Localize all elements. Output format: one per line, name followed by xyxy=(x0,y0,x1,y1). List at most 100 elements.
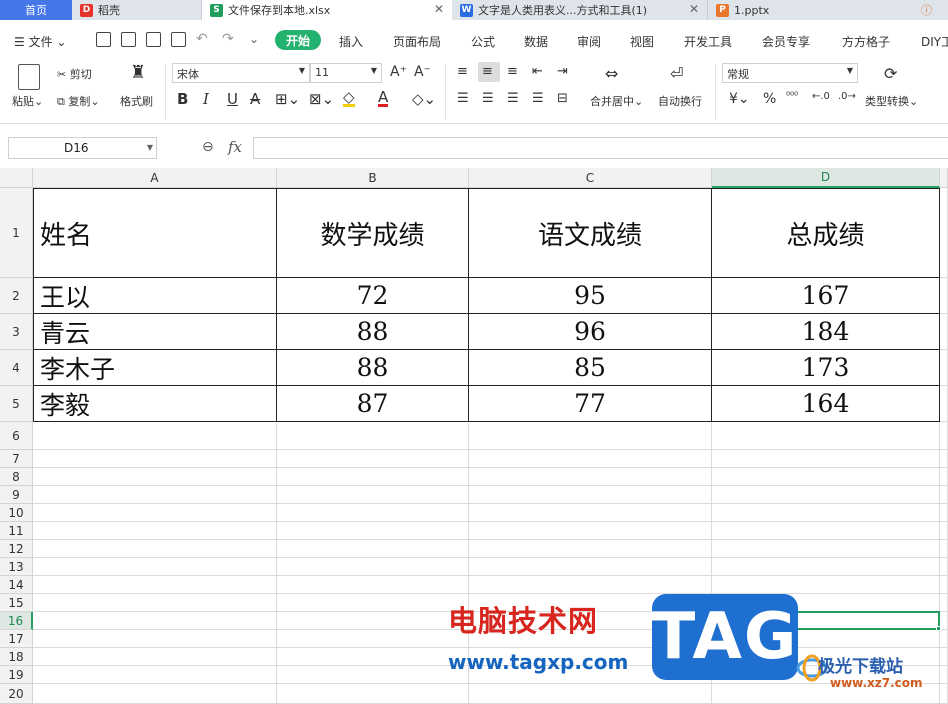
grid-cell[interactable] xyxy=(940,278,948,314)
grid-cell[interactable] xyxy=(277,450,469,468)
table-cell[interactable]: 72 xyxy=(277,278,469,314)
menu-insert[interactable]: 插入 xyxy=(339,33,363,50)
grid-cell[interactable] xyxy=(469,450,712,468)
row-header[interactable]: 12 xyxy=(0,540,33,558)
table-cell[interactable]: 88 xyxy=(277,350,469,386)
grid-cell[interactable] xyxy=(277,648,469,666)
grid-cell[interactable] xyxy=(33,486,277,504)
menu-member[interactable]: 会员专享 xyxy=(762,33,810,50)
italic-icon[interactable]: I xyxy=(203,90,209,108)
grid-cell[interactable] xyxy=(940,558,948,576)
grid-cell[interactable] xyxy=(712,486,940,504)
grid-cell[interactable] xyxy=(712,540,940,558)
menu-formulas[interactable]: 公式 xyxy=(471,33,495,50)
grid-cell[interactable] xyxy=(712,504,940,522)
grid-cell[interactable] xyxy=(469,422,712,450)
grid-cell[interactable] xyxy=(469,486,712,504)
table-header-cell[interactable]: 姓名 xyxy=(33,188,277,278)
grid-cell[interactable] xyxy=(33,666,277,684)
grid-cell[interactable] xyxy=(469,576,712,594)
grid-cell[interactable] xyxy=(940,422,948,450)
increase-font-icon[interactable]: A⁺ xyxy=(390,64,407,80)
grid-cell[interactable] xyxy=(940,468,948,486)
grid-cell[interactable] xyxy=(277,612,469,630)
grid-cell[interactable] xyxy=(940,314,948,350)
print-preview-icon[interactable] xyxy=(171,32,186,47)
currency-button[interactable]: ¥⌄ xyxy=(729,91,750,107)
menu-file[interactable]: ☰ 文件 ⌄ xyxy=(14,33,66,50)
grid-cell[interactable] xyxy=(940,684,948,704)
row-header[interactable]: 8 xyxy=(0,468,33,486)
row-header[interactable]: 10 xyxy=(0,504,33,522)
grid-cell[interactable] xyxy=(33,522,277,540)
align-left-icon[interactable]: ☰ xyxy=(457,91,469,106)
menu-view[interactable]: 视图 xyxy=(630,33,654,50)
grid-cell[interactable] xyxy=(940,540,948,558)
table-cell[interactable]: 85 xyxy=(469,350,712,386)
table-cell[interactable]: 77 xyxy=(469,386,712,422)
menu-page-layout[interactable]: 页面布局 xyxy=(393,33,441,50)
thousands-separator-icon[interactable]: ⁰⁰⁰ xyxy=(786,91,798,102)
font-color-icon[interactable]: A xyxy=(378,90,389,107)
align-right-icon[interactable]: ☰ xyxy=(507,91,519,106)
grid-cell[interactable] xyxy=(940,576,948,594)
grid-cell[interactable] xyxy=(469,558,712,576)
grid-cell[interactable] xyxy=(277,522,469,540)
grid-cell[interactable] xyxy=(469,504,712,522)
table-cell[interactable]: 王以 xyxy=(33,278,277,314)
tab-start[interactable]: 开始 xyxy=(275,30,321,50)
fill-color-icon[interactable]: ◇ xyxy=(343,90,355,107)
tab-xlsx[interactable]: S 文件保存到本地.xlsx ✕ xyxy=(202,0,452,20)
grid-cell[interactable] xyxy=(277,486,469,504)
grid-cell[interactable] xyxy=(712,422,940,450)
grid-cell[interactable] xyxy=(277,468,469,486)
row-header[interactable]: 4 xyxy=(0,350,33,386)
grid-cell[interactable] xyxy=(277,422,469,450)
grid-cell[interactable] xyxy=(712,450,940,468)
row-header[interactable]: 16 xyxy=(0,612,33,630)
grid-cell[interactable] xyxy=(940,486,948,504)
row-header[interactable]: 19 xyxy=(0,666,33,684)
menu-developer[interactable]: 开发工具 xyxy=(684,33,732,50)
column-header[interactable]: A xyxy=(33,168,277,188)
grid-cell[interactable] xyxy=(277,576,469,594)
grid-cell[interactable] xyxy=(277,630,469,648)
row-header[interactable]: 6 xyxy=(0,422,33,450)
paste-button[interactable]: 粘贴⌄ xyxy=(12,93,43,109)
grid-cell[interactable] xyxy=(33,504,277,522)
tab-doc[interactable]: W 文字是人类用表义...方式和工具(1) ✕ xyxy=(452,0,708,20)
redo-icon[interactable]: ↷ xyxy=(222,31,234,47)
column-header[interactable] xyxy=(940,168,948,188)
table-cell[interactable]: 173 xyxy=(712,350,940,386)
grid-cell[interactable] xyxy=(277,558,469,576)
select-all-corner[interactable] xyxy=(0,168,33,188)
clear-format-icon[interactable]: ◇⌄ xyxy=(412,90,436,108)
menu-data[interactable]: 数据 xyxy=(524,33,548,50)
undo-icon[interactable]: ↶ xyxy=(196,31,208,47)
close-tab-icon[interactable]: ✕ xyxy=(689,2,699,16)
format-painter-icon[interactable]: ♜ xyxy=(130,62,146,83)
zoom-search-icon[interactable]: ⊖ xyxy=(202,139,214,155)
table-header-cell[interactable]: 总成绩 xyxy=(712,188,940,278)
grid-cell[interactable] xyxy=(469,522,712,540)
underline-icon[interactable]: U xyxy=(227,90,238,108)
grid-cell[interactable] xyxy=(940,504,948,522)
merge-center-icon[interactable]: ⇔ xyxy=(605,64,618,83)
table-cell[interactable]: 李毅 xyxy=(33,386,277,422)
grid-cell[interactable] xyxy=(33,468,277,486)
wrap-text-button[interactable]: 自动换行 xyxy=(658,93,702,109)
row-header[interactable]: 18 xyxy=(0,648,33,666)
table-cell[interactable]: 95 xyxy=(469,278,712,314)
table-cell[interactable]: 184 xyxy=(712,314,940,350)
grid-cell[interactable] xyxy=(33,612,277,630)
warning-icon[interactable]: ⓘ xyxy=(921,2,932,18)
align-center-icon[interactable]: ☰ xyxy=(482,91,494,106)
export-icon[interactable] xyxy=(121,32,136,47)
row-header[interactable]: 15 xyxy=(0,594,33,612)
row-header[interactable]: 7 xyxy=(0,450,33,468)
copy-button[interactable]: ⧉ 复制⌄ xyxy=(57,93,100,109)
table-cell[interactable]: 87 xyxy=(277,386,469,422)
grid-cell[interactable] xyxy=(940,594,948,612)
table-cell[interactable]: 167 xyxy=(712,278,940,314)
print-icon[interactable] xyxy=(146,32,161,47)
